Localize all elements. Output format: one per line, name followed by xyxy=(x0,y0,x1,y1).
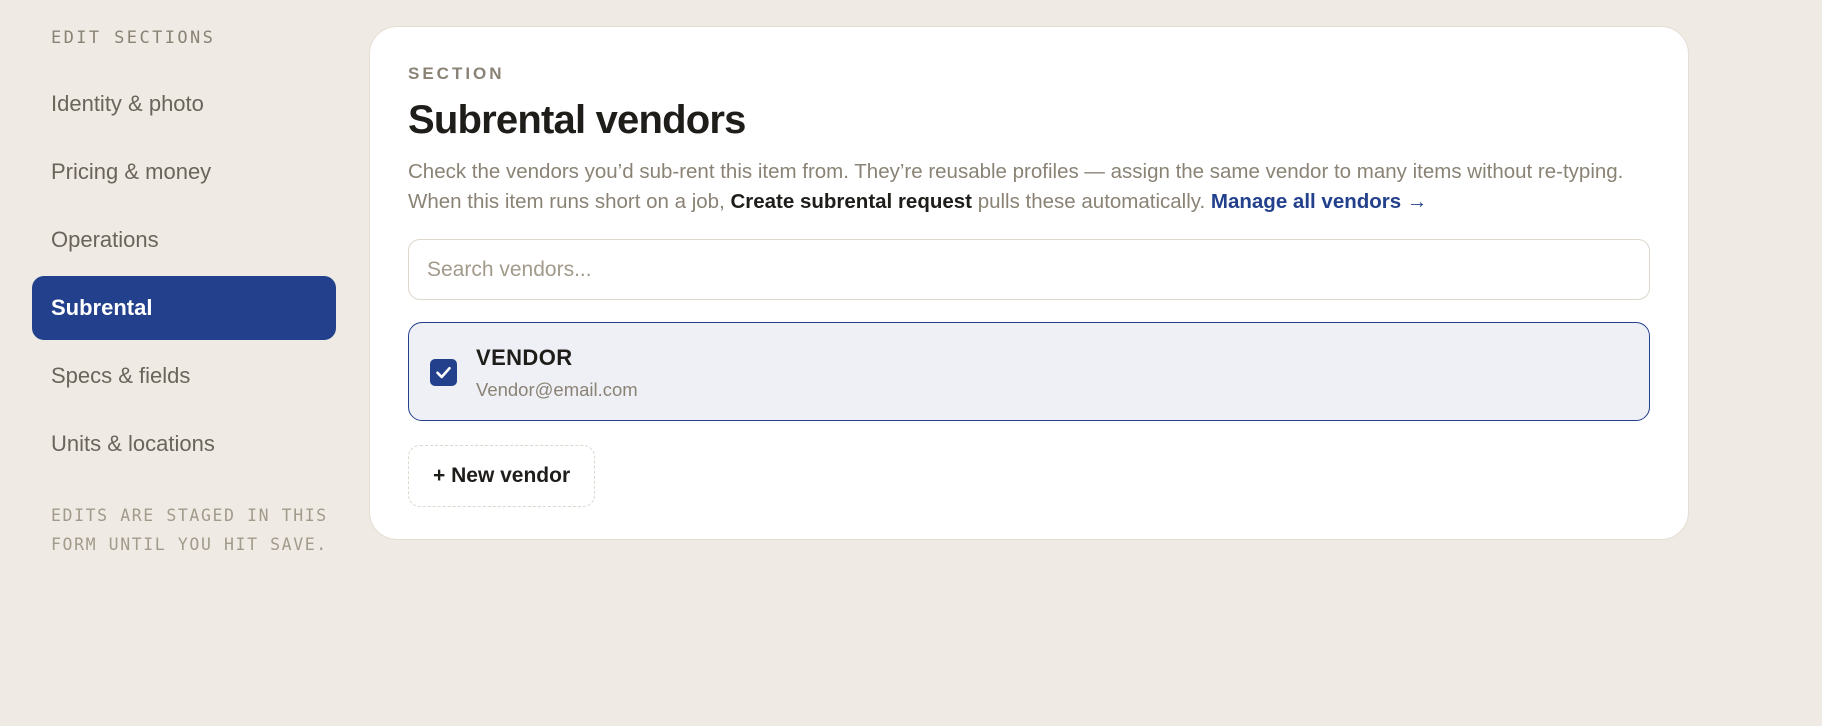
sidebar-item-operations[interactable]: Operations xyxy=(32,208,336,272)
sidebar-item-specs-fields[interactable]: Specs & fields xyxy=(32,344,336,408)
search-vendors-input[interactable] xyxy=(408,239,1650,300)
new-vendor-button[interactable]: + New vendor xyxy=(408,445,596,507)
sidebar-item-subrental[interactable]: Subrental xyxy=(32,276,336,340)
manage-all-vendors-link[interactable]: Manage all vendors → xyxy=(1211,190,1427,213)
section-eyebrow: SECTION xyxy=(408,64,505,83)
vendor-list-item[interactable]: VENDOR Vendor@email.com xyxy=(408,322,1650,421)
app-root: EDIT SECTIONS Identity & photo Pricing &… xyxy=(0,0,1822,726)
sidebar: EDIT SECTIONS Identity & photo Pricing &… xyxy=(32,26,336,559)
vendor-checkbox[interactable] xyxy=(430,359,457,386)
subrental-section-card: SECTION Subrental vendors Check the vend… xyxy=(369,26,1689,540)
sidebar-nav: Identity & photo Pricing & money Operati… xyxy=(32,72,336,476)
sidebar-item-units-locations[interactable]: Units & locations xyxy=(32,412,336,476)
description-text-2: pulls these automatically. xyxy=(972,190,1211,213)
sidebar-heading: EDIT SECTIONS xyxy=(51,28,216,48)
description-strong-action: Create subrental request xyxy=(730,190,972,213)
staged-edits-note: EDITS ARE STAGED IN THIS FORM UNTIL YOU … xyxy=(51,506,328,554)
section-description: Check the vendors you’d sub-rent this it… xyxy=(408,157,1653,217)
vendor-name: VENDOR xyxy=(476,345,573,370)
vendor-email: Vendor@email.com xyxy=(476,379,638,400)
sidebar-item-pricing-money[interactable]: Pricing & money xyxy=(32,140,336,204)
checkmark-icon xyxy=(436,366,451,379)
sidebar-item-identity-photo[interactable]: Identity & photo xyxy=(32,72,336,136)
section-title: Subrental vendors xyxy=(408,98,746,142)
